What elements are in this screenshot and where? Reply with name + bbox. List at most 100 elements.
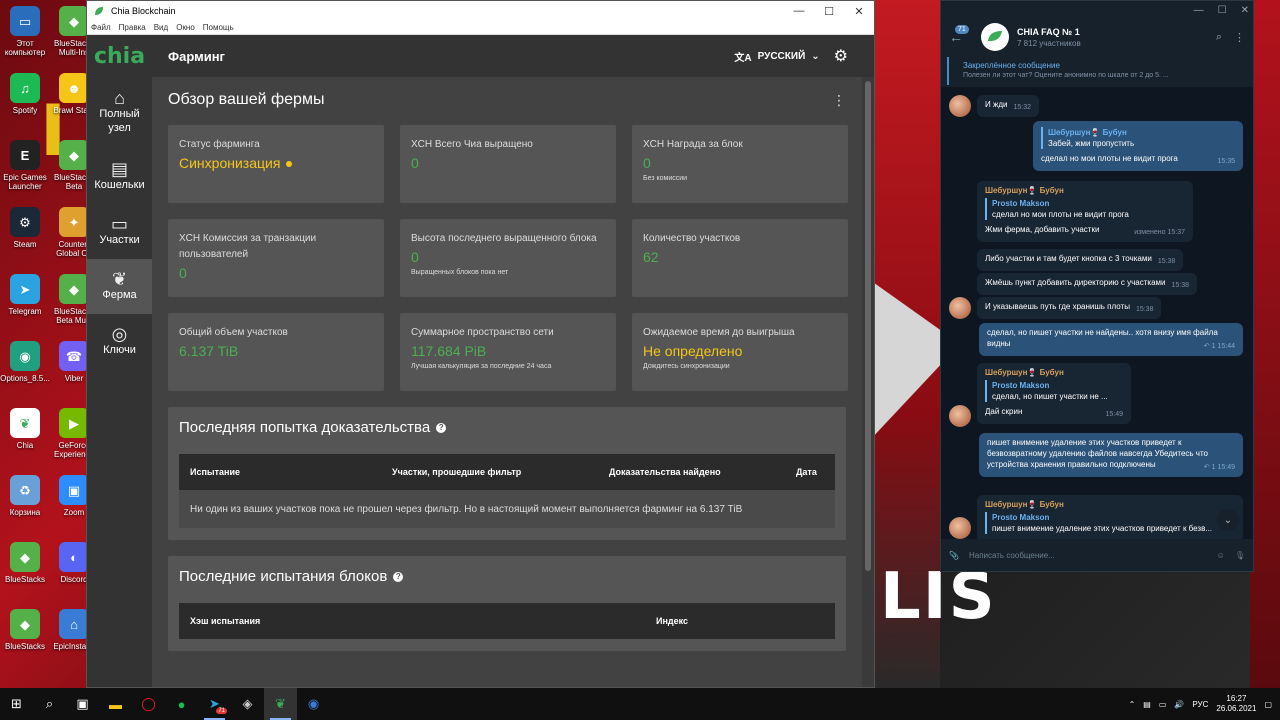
back-arrow-icon[interactable]: ← 71 [949,25,973,45]
network-icon[interactable]: ▤ [1143,700,1151,709]
search-icon[interactable]: ⌕ [1216,31,1222,44]
app-icon[interactable]: ◉ [297,688,330,720]
clock[interactable]: 16:27 26.06.2021 [1216,694,1256,714]
notification-icon[interactable]: ▢ [1264,700,1272,709]
avatar[interactable] [949,405,971,427]
more-vertical-icon[interactable]: ⋮ [1234,31,1245,44]
desktop-icon[interactable]: ➤ Telegram [0,274,50,316]
chat-avatar[interactable] [981,23,1009,51]
display-icon[interactable]: ▭ [1159,700,1167,709]
desktop-icon[interactable]: ❦ Chia [0,408,50,450]
message-out[interactable]: Шебуршун🍷 Бубун Забей, жми пропустить сд… [1033,121,1243,171]
chat-title-block[interactable]: CHIA FAQ № 1 7 812 участников [1017,27,1208,48]
app-icon[interactable]: ◈ [231,688,264,720]
sidebar-item-label: Ферма [102,288,137,301]
column-header: Доказательства найдено [609,467,721,477]
scrollbar-thumb[interactable] [865,81,871,571]
sidebar-item-full-node[interactable]: ⌂ Полный узел [87,77,152,149]
minimize-button[interactable]: — [784,5,814,17]
chia-taskbar-icon[interactable]: ❦ [264,688,297,720]
menu-help[interactable]: Помощь [199,23,238,32]
desktop-icon[interactable]: ◉ Options_8.5... [0,341,50,383]
desktop-icon-label: Корзина [9,508,41,517]
overview-header: Обзор вашей фермы ⋮ [168,91,846,109]
scroll-down-button[interactable]: ⌄ [1217,509,1239,531]
app-icon: ☻ [59,73,89,103]
close-button[interactable]: ✕ [1241,5,1249,16]
column-header: Индекс [656,616,689,626]
message-in[interactable]: Шебуршун🍷 Бубун Prosto Makson сделал но … [977,181,1193,242]
help-icon[interactable]: ? [393,571,404,582]
menu-window[interactable]: Окно [172,23,199,32]
menu-view[interactable]: Вид [150,23,172,32]
language-selector[interactable]: 文A РУССКИЙ ⌄ [734,49,819,64]
message-in[interactable]: Шебуршун🍷 Бубун Prosto Makson пишет вним… [977,495,1243,539]
desktop-icon[interactable]: ⚙ Steam [0,207,50,249]
telegram-taskbar-icon[interactable]: ➤ 71 [198,688,231,720]
pinned-message[interactable]: Закреплённое сообщение Полезен ли этот ч… [947,57,1247,85]
microphone-icon[interactable]: 🎙 [1235,551,1245,560]
gear-icon[interactable]: ⚙ [834,46,848,66]
last-proof-panel: Последняя попытка доказательства ? Испыт… [168,407,846,540]
message-in[interactable]: Либо участки и там будет кнопка с 3 точк… [977,249,1184,271]
sidebar-item-farm[interactable]: ❦ Ферма [87,259,152,314]
desktop-icon[interactable]: ▭ Этот компьютер [0,6,50,57]
message-out[interactable]: сделал, но пишет участки не найдены.. хо… [979,323,1243,356]
avatar[interactable] [949,95,971,117]
message-time: 15:38 [1171,282,1190,289]
avatar[interactable] [949,517,971,539]
desktop-icon[interactable]: ◆ BlueStacks [0,542,50,584]
sidebar-item-label: Участки [99,233,140,246]
app-icon: ▭ [10,6,40,36]
sidebar-item-wallets[interactable]: ▤ Кошельки [87,149,152,204]
help-icon[interactable]: ? [436,422,447,433]
close-button[interactable]: ✕ [844,5,874,18]
sidebar-item-keys[interactable]: ◎ Ключи [87,314,152,369]
minimize-button[interactable]: — [1194,5,1204,16]
maximize-button[interactable]: ☐ [1218,5,1227,16]
maximize-button[interactable]: ☐ [814,5,844,18]
message-input[interactable]: Написать сообщение... [969,551,1207,560]
message-text: сделал но мои плоты не видит прога [1041,154,1178,163]
message-text: сделал, но пишет участки не найдены.. хо… [987,328,1218,348]
desktop-icon-label: Spotify [12,106,38,115]
desktop-icon[interactable]: E Epic Games Launcher [0,140,50,191]
desktop-icon[interactable]: ◆ BlueStacks [0,609,50,651]
emoji-icon[interactable]: ☺ [1217,551,1225,560]
avatar[interactable] [949,297,971,319]
message-in[interactable]: Шебуршун🍷 Бубун Prosto Makson сделал, но… [977,363,1131,424]
message-in[interactable]: И жди 15:32 [977,95,1039,117]
message-text: Либо участки и там будет кнопка с 3 точк… [985,254,1152,263]
message-out[interactable]: пишет внимение удаление этих участков пр… [979,433,1243,477]
scrollbar[interactable] [862,77,874,687]
volume-icon[interactable]: 🔊 [1174,700,1184,709]
file-explorer-icon[interactable]: ▬ [99,688,132,720]
more-vertical-icon[interactable]: ⋮ [832,92,846,109]
reply-text: сделал, но пишет участки не ... [992,392,1108,401]
window-titlebar: Chia Blockchain — ☐ ✕ [87,1,874,21]
desktop-icon[interactable]: ♫ Spotify [0,73,50,115]
spotify-icon[interactable]: ● [165,688,198,720]
reply-quote: Prosto Makson пишет внимение удаление эт… [985,512,1235,534]
time-value: 15:44 [1217,343,1235,350]
message-in[interactable]: Жмёшь пункт добавить директорию с участк… [977,273,1198,295]
task-view-icon[interactable]: ▣ [66,688,99,720]
menu-edit[interactable]: Правка [115,23,150,32]
language-indicator[interactable]: РУС [1192,700,1208,709]
sidebar: ⌂ Полный узел ▤ Кошельки ▭ Участки ❦ Фер… [87,77,152,687]
chevron-up-icon[interactable]: ⌃ [1129,700,1136,709]
message-in[interactable]: И указываешь путь где хранишь плоты 15:3… [977,297,1162,319]
card-subtitle: Лучшая калькуляция за последние 24 часа [411,363,552,370]
chia-logo: chia [93,43,146,69]
attach-icon[interactable]: 📎 [949,551,959,560]
message-time: ↶ 1 15:49 [1203,464,1235,471]
menu-file[interactable]: Файл [87,23,115,32]
translate-icon: 文A [734,52,752,64]
overview-title: Обзор вашей фермы [168,91,325,108]
search-icon[interactable]: ⌕ [33,688,66,720]
opera-icon[interactable]: ◯ [132,688,165,720]
start-button[interactable]: ⊞ [0,688,33,720]
card-value-text: 0 [643,155,651,171]
sidebar-item-plots[interactable]: ▭ Участки [87,204,152,259]
desktop-icon[interactable]: ♻ Корзина [0,475,50,517]
